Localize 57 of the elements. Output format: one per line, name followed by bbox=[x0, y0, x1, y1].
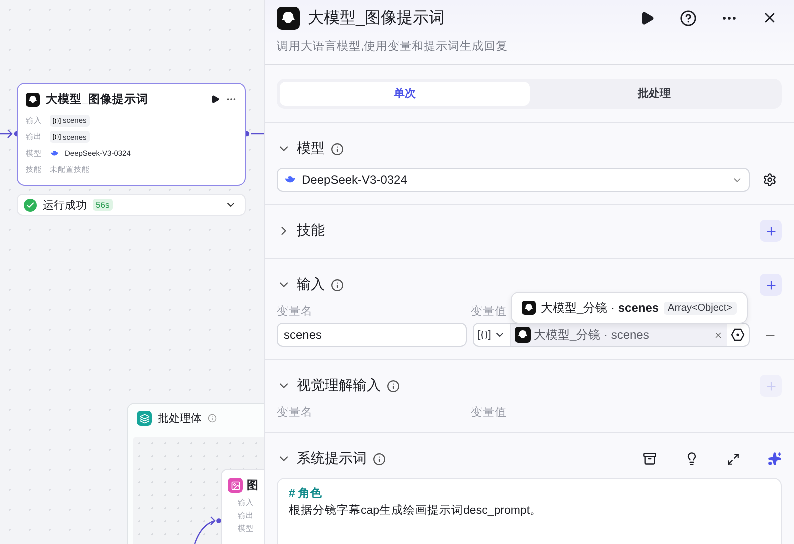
clear-icon[interactable] bbox=[714, 330, 723, 340]
section-title: 系统提示词 bbox=[297, 450, 367, 468]
variable-name-field[interactable]: scenes bbox=[277, 323, 467, 347]
tab[interactable]: 单次 bbox=[280, 82, 530, 106]
run-status-bar[interactable]: 运行成功 56s bbox=[17, 194, 246, 216]
duration-badge: 56s bbox=[93, 199, 113, 211]
column-header: 变量值 bbox=[471, 304, 507, 319]
column-header: 变量名 bbox=[277, 304, 313, 319]
section-title: 模型 bbox=[297, 140, 325, 158]
add-button[interactable] bbox=[760, 220, 782, 242]
play-icon[interactable] bbox=[211, 95, 220, 104]
section-title: 技能 bbox=[297, 222, 325, 240]
port-dot bbox=[216, 518, 222, 524]
prompt-text: 根据分镜字幕cap生成绘画提示词desc_prompt。 bbox=[289, 503, 544, 518]
expand-icon[interactable] bbox=[727, 452, 740, 466]
variable-value-field[interactable]: 大模型_分镜 · scenes bbox=[473, 323, 750, 347]
variable-picker-icon[interactable] bbox=[731, 328, 745, 342]
node-logo-icon bbox=[26, 92, 40, 106]
array-icon bbox=[478, 330, 491, 340]
model-select[interactable]: DeepSeek-V3-0324 bbox=[277, 168, 750, 192]
column-header: 变量名 bbox=[277, 405, 313, 420]
connector-line bbox=[251, 133, 264, 135]
array-icon bbox=[53, 134, 61, 140]
plus-icon bbox=[764, 224, 778, 238]
tab[interactable]: 批处理 bbox=[530, 82, 779, 106]
layers-icon bbox=[137, 411, 152, 426]
section-title: 输入 bbox=[297, 276, 325, 294]
lightbulb-icon[interactable] bbox=[685, 452, 699, 466]
plus-icon bbox=[764, 380, 778, 392]
node-logo-icon bbox=[515, 327, 531, 343]
node-logo-icon bbox=[522, 301, 536, 315]
type-tag: Array<Object> bbox=[664, 302, 737, 314]
reference-tag: 大模型_分镜 · scenes bbox=[511, 324, 727, 346]
tooltip-text: 大模型_分镜 · scenes bbox=[541, 300, 660, 316]
connector-arrow bbox=[0, 129, 13, 139]
section-title: 视觉理解输入 bbox=[297, 377, 381, 395]
panel-title: 大模型_图像提示词 bbox=[308, 8, 446, 28]
node-title: 批处理体 bbox=[158, 412, 202, 426]
image-icon bbox=[228, 478, 243, 493]
library-icon[interactable] bbox=[643, 452, 657, 466]
status-text: 运行成功 bbox=[43, 198, 87, 212]
array-icon bbox=[53, 118, 61, 124]
connector-arrow bbox=[194, 516, 216, 544]
plus-icon bbox=[764, 278, 778, 292]
node-logo-icon bbox=[277, 6, 300, 30]
add-button[interactable] bbox=[760, 274, 782, 296]
node-title: 大模型_图像提示词 bbox=[46, 92, 150, 107]
prompt-heading: # 角色 bbox=[289, 486, 324, 501]
sparkles-icon[interactable] bbox=[768, 452, 782, 466]
node-title: 图 bbox=[247, 478, 260, 493]
column-header: 变量值 bbox=[471, 405, 507, 420]
prompt-editor[interactable]: # 角色 根据分镜字幕cap生成绘画提示词desc_prompt。 bbox=[277, 478, 782, 544]
info-icon bbox=[208, 414, 217, 423]
whale-icon bbox=[284, 175, 296, 185]
success-icon bbox=[24, 198, 37, 212]
whale-icon bbox=[50, 150, 59, 158]
panel-description: 调用大语言模型,使用变量和提示词生成回复 bbox=[277, 39, 510, 54]
